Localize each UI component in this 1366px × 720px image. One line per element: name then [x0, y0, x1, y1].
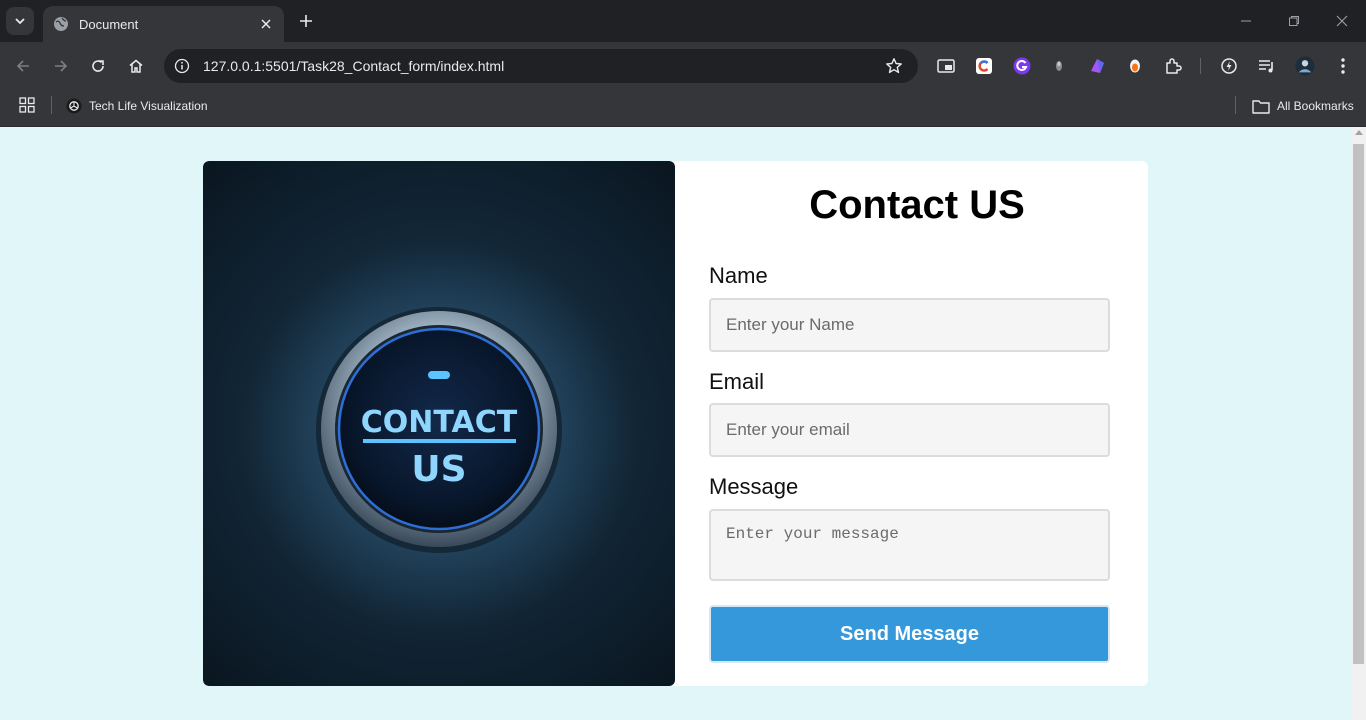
orange-extension-icon[interactable]: [1125, 56, 1145, 76]
contact-us-image: CONTACT US: [203, 161, 675, 686]
openai-icon: [66, 98, 82, 114]
scroll-up-arrow-icon[interactable]: [1355, 130, 1363, 135]
contact-us-image-line2: US: [411, 449, 466, 490]
address-bar[interactable]: 127.0.0.1:5501/Task28_Contact_form/index…: [164, 49, 918, 83]
message-label: Message: [709, 474, 799, 499]
colorzilla-extension-icon[interactable]: [974, 56, 994, 76]
more-menu-icon[interactable]: [1333, 56, 1353, 76]
restore-icon: [1289, 16, 1299, 26]
all-bookmarks-label: All Bookmarks: [1277, 99, 1354, 113]
arrow-left-icon: [16, 60, 29, 72]
toolbar-divider: [1200, 58, 1201, 74]
minimize-icon: [1241, 20, 1251, 22]
purple-extension-icon[interactable]: [1087, 56, 1107, 76]
performance-icon[interactable]: [1219, 56, 1239, 76]
reload-icon: [92, 60, 104, 72]
restore-button[interactable]: [1282, 10, 1306, 32]
home-button[interactable]: [124, 54, 148, 78]
apps-grid-icon[interactable]: [19, 97, 37, 115]
email-input[interactable]: [709, 403, 1110, 457]
page-viewport: CONTACT US Contact US Name Email Message…: [0, 127, 1351, 720]
picture-in-picture-icon[interactable]: [936, 56, 956, 76]
send-message-button[interactable]: Send Message: [709, 605, 1110, 663]
bookmarks-bar: Tech Life Visualization All Bookmarks: [0, 90, 1366, 127]
message-input[interactable]: [709, 509, 1110, 581]
scroll-thumb[interactable]: [1353, 144, 1364, 664]
close-icon: [1336, 15, 1348, 27]
extensions-puzzle-icon[interactable]: [1163, 56, 1183, 76]
new-tab-button[interactable]: [296, 11, 316, 31]
globe-icon: [54, 17, 68, 31]
contact-us-image-line1: CONTACT: [361, 405, 518, 440]
page-scrollbar[interactable]: [1351, 127, 1366, 720]
bookmarks-divider: [1235, 96, 1236, 114]
bookmark-label: Tech Life Visualization: [89, 99, 208, 113]
bookmarks-divider: [51, 96, 52, 114]
tab-strip: Document: [0, 0, 1366, 42]
media-controls-icon[interactable]: [1257, 56, 1277, 76]
close-window-button[interactable]: [1330, 10, 1354, 32]
chevron-down-icon: [15, 18, 25, 25]
close-icon: [261, 19, 271, 29]
name-label: Name: [709, 263, 768, 288]
url-text[interactable]: 127.0.0.1:5501/Task28_Contact_form/index…: [203, 58, 884, 74]
reload-button[interactable]: [86, 54, 110, 78]
folder-icon: [1252, 99, 1270, 114]
extension-dot-icon[interactable]: [1049, 56, 1069, 76]
bookmark-tech-life-visualization[interactable]: Tech Life Visualization: [66, 95, 208, 117]
all-bookmarks-button[interactable]: All Bookmarks: [1252, 95, 1354, 117]
arrow-right-icon: [55, 60, 68, 72]
contact-card: CONTACT US Contact US Name Email Message…: [203, 161, 1148, 686]
minimize-button[interactable]: [1234, 10, 1258, 32]
home-icon: [129, 59, 143, 73]
grammar-extension-icon[interactable]: [1012, 56, 1032, 76]
name-input[interactable]: [709, 298, 1110, 352]
tab-title: Document: [79, 16, 139, 32]
tab-close-button[interactable]: [258, 16, 274, 32]
form-title: Contact US: [809, 183, 1025, 227]
site-info-icon[interactable]: [172, 56, 192, 76]
plus-icon: [300, 15, 312, 27]
back-button[interactable]: [11, 54, 35, 78]
browser-toolbar: 127.0.0.1:5501/Task28_Contact_form/index…: [0, 42, 1366, 90]
bookmark-star-icon[interactable]: [884, 56, 904, 76]
profile-avatar[interactable]: [1295, 56, 1315, 76]
forward-button[interactable]: [49, 54, 73, 78]
tab-search-button[interactable]: [6, 7, 34, 35]
email-label: Email: [709, 369, 765, 394]
tab-document[interactable]: Document: [43, 6, 284, 42]
